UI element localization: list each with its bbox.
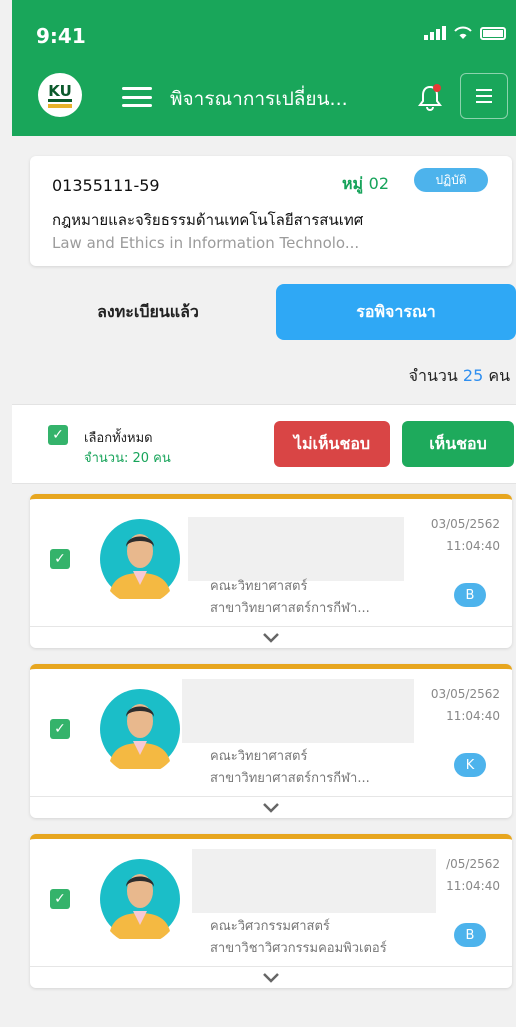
signal-icon	[424, 26, 446, 40]
student-name-redacted	[188, 517, 404, 581]
chevron-down-icon	[263, 802, 279, 813]
course-code: 01355111-59	[52, 176, 160, 195]
chevron-down-icon	[263, 632, 279, 643]
student-major: สาขาวิทยาศาสตร์การกีฬา...	[210, 771, 370, 786]
grade-badge: B	[454, 923, 486, 947]
page-title: พิจารณาการเปลี่ยน...	[170, 88, 348, 110]
hamburger-menu-icon[interactable]	[122, 87, 152, 107]
student-name-redacted	[192, 849, 436, 913]
status-icons	[424, 26, 506, 40]
avatar-icon	[100, 689, 180, 769]
select-all-label: เลือกทั้งหมด	[84, 431, 153, 446]
student-major: สาขาวิทยาศาสตร์การกีฬา...	[210, 601, 370, 616]
selection-bar: ✓ เลือกทั้งหมด จำนวน: 20 คน ไม่เห็นชอบ เ…	[12, 404, 516, 484]
course-type-badge: ปฏิบัติ	[414, 168, 488, 192]
expand-row[interactable]	[30, 796, 512, 818]
grade-badge: B	[454, 583, 486, 607]
student-card[interactable]: ✓ คณะวิทยาศาสตร์ สาขาวิทยาศาสตร์การกีฬา.…	[30, 494, 512, 648]
options-menu-button[interactable]	[460, 73, 508, 119]
wifi-icon	[454, 26, 472, 39]
app-screen: 9:41 KU พิจารณาการเปลี่ยน... 01355111-59	[0, 0, 516, 1027]
status-time: 9:41	[36, 24, 86, 48]
battery-icon	[480, 26, 506, 40]
section-label: หมู่ 02	[342, 174, 390, 193]
ku-logo: KU	[38, 73, 82, 117]
submitted-datetime: /05/2562 11:04:40	[446, 857, 500, 893]
course-name-english: Law and Ethics in Information Technolo..…	[52, 234, 360, 252]
chevron-down-icon	[263, 972, 279, 983]
grade-badge: K	[454, 753, 486, 777]
notification-bell-icon[interactable]	[417, 82, 443, 112]
student-card[interactable]: ✓ คณะวิทยาศาสตร์ สาขาวิทยาศาสตร์การกีฬา.…	[30, 664, 512, 818]
submitted-datetime: 03/05/2562 11:04:40	[430, 517, 500, 553]
student-card[interactable]: ✓ คณะวิศวกรรมศาสตร์ สาขาวิชาวิศวกรรมคอมพ…	[30, 834, 512, 988]
avatar-icon	[100, 859, 180, 939]
student-checkbox[interactable]: ✓	[50, 549, 70, 569]
app-header: 9:41 KU พิจารณาการเปลี่ยน...	[12, 0, 516, 136]
bottom-spacer	[12, 1000, 516, 1027]
expand-row[interactable]	[30, 626, 512, 648]
expand-row[interactable]	[30, 966, 512, 988]
course-card: 01355111-59 หมู่ 02 ปฏิบัติ กฎหมายและจริ…	[30, 156, 512, 266]
submitted-datetime: 03/05/2562 11:04:40	[430, 687, 500, 723]
avatar-icon	[100, 519, 180, 599]
reject-button[interactable]: ไม่เห็นชอบ	[274, 421, 390, 467]
course-name-thai: กฎหมายและจริยธรรมด้านเทคโนโลยีสารสนเทศ	[52, 211, 364, 229]
student-faculty: คณะวิศวกรรมศาสตร์	[210, 919, 330, 934]
select-all-checkbox[interactable]: ✓	[48, 425, 68, 445]
total-count: จำนวน 25 คน	[408, 366, 510, 385]
student-faculty: คณะวิทยาศาสตร์	[210, 579, 308, 594]
approve-button[interactable]: เห็นชอบ	[402, 421, 514, 467]
student-major: สาขาวิชาวิศวกรรมคอมพิวเตอร์	[210, 941, 387, 956]
student-faculty: คณะวิทยาศาสตร์	[210, 749, 308, 764]
student-checkbox[interactable]: ✓	[50, 719, 70, 739]
tab-pending[interactable]: รอพิจารณา	[276, 284, 516, 340]
student-name-redacted	[182, 679, 414, 743]
selected-count: จำนวน: 20 คน	[84, 451, 171, 466]
student-checkbox[interactable]: ✓	[50, 889, 70, 909]
tab-registered[interactable]: ลงทะเบียนแล้ว	[48, 284, 248, 340]
